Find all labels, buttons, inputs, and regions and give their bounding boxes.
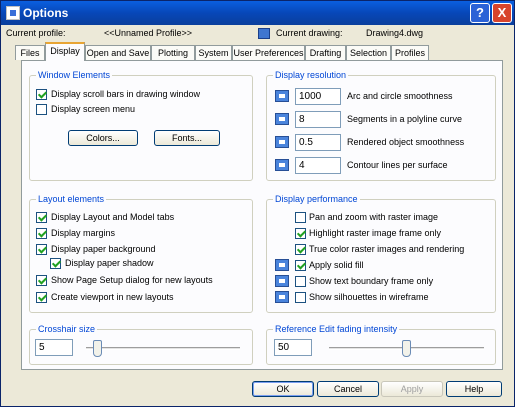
scroll-bars-checkbox[interactable] — [36, 89, 47, 100]
display-margins-checkbox[interactable] — [36, 228, 47, 239]
polyline-segments-input[interactable]: 8 — [295, 111, 341, 128]
paper-background-checkbox[interactable] — [36, 244, 47, 255]
tab-open-and-save[interactable]: Open and Save — [85, 45, 151, 60]
xref-fading-group: Reference Edit fading intensity 50 — [266, 324, 496, 365]
xref-fading-input[interactable]: 50 — [274, 339, 312, 356]
saved-in-drawing-icon — [275, 275, 289, 287]
apply-solid-fill-checkbox[interactable] — [295, 260, 306, 271]
display-performance-title: Display performance — [273, 194, 360, 204]
help-button[interactable]: Help — [446, 381, 502, 397]
close-button[interactable]: X — [492, 3, 512, 23]
crosshair-size-group: Crosshair size 5 — [29, 324, 253, 365]
silhouettes-label: Show silhouettes in wireframe — [309, 292, 429, 302]
contour-lines-label: Contour lines per surface — [347, 160, 448, 170]
pan-zoom-raster-checkbox[interactable] — [295, 212, 306, 223]
paper-background-label: Display paper background — [51, 244, 156, 254]
saved-in-drawing-icon — [275, 159, 289, 171]
window-elements-title: Window Elements — [36, 70, 113, 80]
saved-in-drawing-icon — [275, 291, 289, 303]
text-boundary-label: Show text boundary frame only — [309, 276, 434, 286]
create-viewport-label: Create viewport in new layouts — [51, 292, 174, 302]
create-viewport-checkbox[interactable] — [36, 292, 47, 303]
apply-button[interactable]: Apply — [381, 381, 443, 397]
layout-model-tabs-checkbox[interactable] — [36, 212, 47, 223]
arc-smoothness-label: Arc and circle smoothness — [347, 91, 453, 101]
title-bar[interactable]: Options ? X — [1, 1, 514, 25]
current-profile-value: <<Unnamed Profile>> — [104, 28, 193, 38]
screen-menu-label: Display screen menu — [51, 104, 136, 114]
xref-fading-slider-thumb[interactable] — [402, 340, 411, 357]
crosshair-size-input[interactable]: 5 — [35, 339, 73, 356]
true-color-raster-checkbox[interactable] — [295, 244, 306, 255]
app-icon — [6, 6, 20, 20]
xref-fading-title: Reference Edit fading intensity — [273, 324, 400, 334]
paper-shadow-label: Display paper shadow — [65, 258, 154, 268]
silhouettes-checkbox[interactable] — [295, 292, 306, 303]
tab-user-preferences[interactable]: User Preferences — [232, 45, 305, 60]
arc-smoothness-input[interactable]: 1000 — [295, 88, 341, 105]
current-drawing-value: Drawing4.dwg — [366, 28, 424, 38]
profile-row: Current profile: <<Unnamed Profile>> Cur… — [1, 28, 514, 42]
saved-in-drawing-icon — [275, 90, 289, 102]
options-dialog: Options ? X Current profile: <<Unnamed P… — [0, 0, 515, 407]
display-resolution-group: Display resolution 1000 Arc and circle s… — [266, 70, 496, 181]
crosshair-slider-thumb[interactable] — [93, 340, 102, 357]
cancel-button[interactable]: Cancel — [317, 381, 379, 397]
display-performance-group: Display performance Pan and zoom with ra… — [266, 194, 496, 313]
fonts-button[interactable]: Fonts... — [154, 130, 220, 146]
polyline-segments-label: Segments in a polyline curve — [347, 114, 463, 124]
help-title-button[interactable]: ? — [470, 3, 490, 23]
display-margins-label: Display margins — [51, 228, 116, 238]
tab-selection[interactable]: Selection — [346, 45, 391, 60]
tab-system[interactable]: System — [195, 45, 232, 60]
tab-display[interactable]: Display — [45, 42, 85, 61]
rendered-smoothness-label: Rendered object smoothness — [347, 137, 465, 147]
layout-model-tabs-label: Display Layout and Model tabs — [51, 212, 175, 222]
true-color-raster-label: True color raster images and rendering — [309, 244, 465, 254]
current-drawing-label: Current drawing: — [276, 28, 343, 38]
display-resolution-title: Display resolution — [273, 70, 349, 80]
page-setup-dialog-label: Show Page Setup dialog for new layouts — [51, 275, 213, 285]
window-title: Options — [23, 6, 69, 20]
current-profile-label: Current profile: — [6, 28, 66, 38]
rendered-smoothness-input[interactable]: 0.5 — [295, 134, 341, 151]
window-elements-group: Window Elements Display scroll bars in d… — [29, 70, 253, 181]
saved-in-drawing-icon — [275, 136, 289, 148]
ok-button[interactable]: OK — [252, 381, 314, 397]
tab-files[interactable]: Files — [15, 45, 45, 60]
tab-plotting[interactable]: Plotting — [151, 45, 195, 60]
drawing-icon — [258, 28, 270, 39]
tab-drafting[interactable]: Drafting — [305, 45, 346, 60]
layout-elements-title: Layout elements — [36, 194, 107, 204]
highlight-raster-label: Highlight raster image frame only — [309, 228, 442, 238]
crosshair-size-title: Crosshair size — [36, 324, 98, 334]
tab-profiles[interactable]: Profiles — [391, 45, 429, 60]
display-tab-panel: Window Elements Display scroll bars in d… — [21, 60, 503, 370]
pan-zoom-raster-label: Pan and zoom with raster image — [309, 212, 439, 222]
text-boundary-checkbox[interactable] — [295, 276, 306, 287]
page-setup-dialog-checkbox[interactable] — [36, 275, 47, 286]
colors-button[interactable]: Colors... — [68, 130, 138, 146]
contour-lines-input[interactable]: 4 — [295, 157, 341, 174]
saved-in-drawing-icon — [275, 113, 289, 125]
crosshair-slider-track[interactable] — [86, 347, 240, 350]
highlight-raster-checkbox[interactable] — [295, 228, 306, 239]
layout-elements-group: Layout elements Display Layout and Model… — [29, 194, 253, 313]
screen-menu-checkbox[interactable] — [36, 104, 47, 115]
scroll-bars-label: Display scroll bars in drawing window — [51, 89, 201, 99]
saved-in-drawing-icon — [275, 259, 289, 271]
paper-shadow-checkbox[interactable] — [50, 258, 61, 269]
apply-solid-fill-label: Apply solid fill — [309, 260, 364, 270]
